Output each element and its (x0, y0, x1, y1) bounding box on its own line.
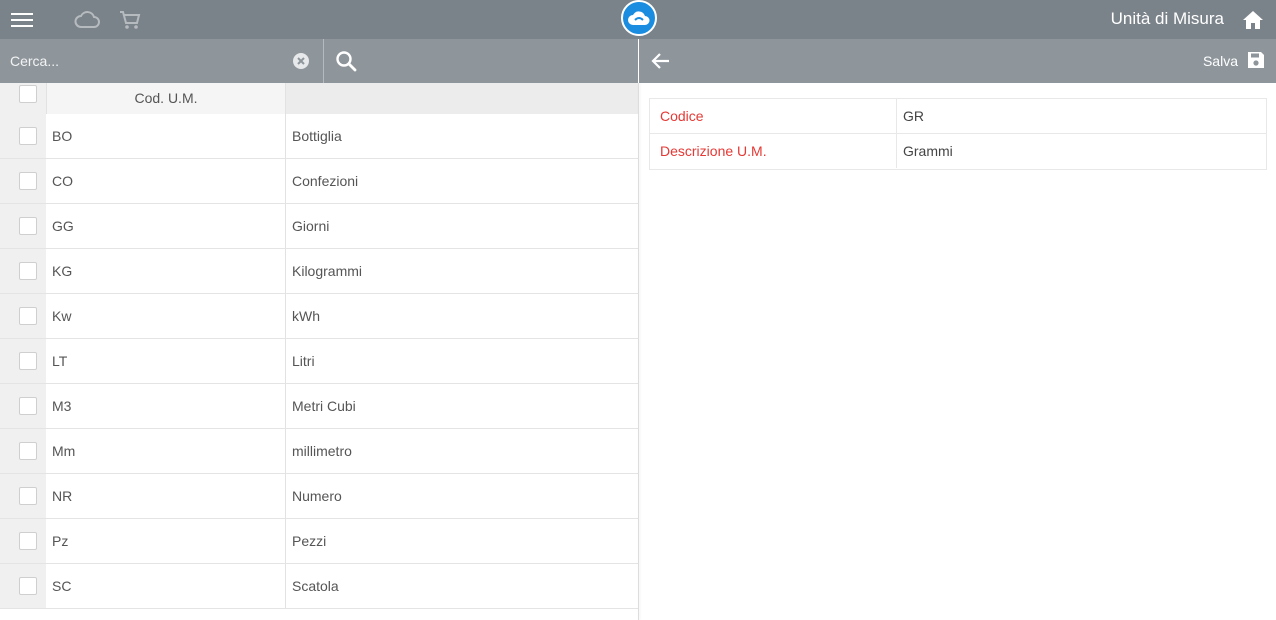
cell-code: NR (46, 474, 286, 518)
cell-code: BO (46, 114, 286, 158)
toolbar-divider (323, 39, 324, 83)
table-row[interactable]: KG Kilogrammi (0, 249, 638, 294)
row-checkbox[interactable] (19, 172, 37, 190)
row-check-cell (0, 429, 46, 473)
cell-description: Confezioni (292, 173, 359, 189)
table-row[interactable]: Pz Pezzi (0, 519, 638, 564)
table-row[interactable]: LT Litri (0, 339, 638, 384)
header-check-cell (0, 83, 46, 114)
clear-search-icon[interactable] (292, 52, 310, 70)
app-logo[interactable] (621, 0, 657, 36)
page-title: Unità di Misura (1110, 9, 1224, 28)
row-checkbox[interactable] (19, 487, 37, 505)
code-field[interactable]: GR (897, 99, 1267, 133)
cell-code: CO (46, 159, 286, 203)
search-toolbar (0, 39, 638, 83)
cell-code: GG (46, 204, 286, 248)
cell-description: millimetro (292, 443, 352, 459)
table-row[interactable]: CO Confezioni (0, 159, 638, 204)
table-row[interactable]: SC Scatola (0, 564, 638, 609)
cell-code: Kw (46, 294, 286, 338)
code-label: Codice (650, 99, 897, 133)
select-all-checkbox[interactable] (19, 85, 37, 103)
table-body: BO Bottiglia CO Confezioni GG Giorni KG Kilogra… (0, 114, 638, 609)
row-check-cell (0, 519, 46, 563)
cell-code: KG (46, 249, 286, 293)
cloud-icon[interactable] (73, 0, 101, 39)
pane-divider (638, 83, 639, 620)
form-row-code: Codice GR (650, 99, 1266, 134)
cell-code: Pz (46, 519, 286, 563)
table-row[interactable]: BO Bottiglia (0, 114, 638, 159)
row-checkbox[interactable] (19, 352, 37, 370)
row-checkbox[interactable] (19, 262, 37, 280)
description-label: Descrizione U.M. (650, 134, 897, 168)
units-table: Cod. U.M. BO Bottiglia CO Confezioni GG Giorn… (0, 83, 638, 609)
detail-form: Codice GR Descrizione U.M. Grammi (649, 98, 1267, 170)
cell-description: Kilogrammi (292, 263, 363, 279)
cell-description: Giorni (292, 218, 330, 234)
save-button[interactable]: Salva (1203, 39, 1266, 83)
search-input[interactable] (0, 39, 290, 83)
row-checkbox[interactable] (19, 127, 37, 145)
cart-icon[interactable] (118, 0, 142, 39)
cell-description: Litri (292, 353, 315, 369)
row-check-cell (0, 114, 46, 158)
top-bar: Unità di Misura (0, 0, 1276, 39)
table-row[interactable]: NR Numero (0, 474, 638, 519)
cell-code: LT (46, 339, 286, 383)
description-field[interactable]: Grammi (897, 134, 1267, 168)
cell-description: Pezzi (292, 533, 327, 549)
home-icon[interactable] (1240, 0, 1266, 39)
row-checkbox[interactable] (19, 442, 37, 460)
cell-description: Metri Cubi (292, 398, 356, 414)
search-icon[interactable] (335, 50, 357, 72)
row-check-cell (0, 564, 46, 608)
cell-code: SC (46, 564, 286, 608)
column-header-code[interactable]: Cod. U.M. (46, 83, 286, 114)
back-arrow-icon[interactable] (651, 51, 671, 71)
row-check-cell (0, 384, 46, 428)
cell-description: Numero (292, 488, 342, 504)
row-check-cell (0, 249, 46, 293)
save-label: Salva (1202, 53, 1238, 69)
table-row[interactable]: Mm millimetro (0, 429, 638, 474)
cell-description: Bottiglia (292, 128, 342, 144)
form-row-description: Descrizione U.M. Grammi (650, 134, 1266, 169)
row-check-cell (0, 204, 46, 248)
row-checkbox[interactable] (19, 217, 37, 235)
row-checkbox[interactable] (19, 307, 37, 325)
table-row[interactable]: Kw kWh (0, 294, 638, 339)
cell-code: M3 (46, 384, 286, 428)
row-check-cell (0, 294, 46, 338)
row-checkbox[interactable] (19, 577, 37, 595)
column-header-description[interactable] (286, 83, 638, 114)
table-row[interactable]: M3 Metri Cubi (0, 384, 638, 429)
cell-description: Scatola (292, 578, 339, 594)
table-row[interactable]: GG Giorni (0, 204, 638, 249)
row-check-cell (0, 474, 46, 518)
row-check-cell (0, 159, 46, 203)
menu-icon[interactable] (10, 0, 34, 39)
detail-toolbar: Salva (639, 39, 1276, 83)
row-check-cell (0, 339, 46, 383)
row-checkbox[interactable] (19, 532, 37, 550)
table-header: Cod. U.M. (0, 83, 638, 114)
row-checkbox[interactable] (19, 397, 37, 415)
save-icon (1246, 50, 1266, 73)
cell-description: kWh (292, 308, 320, 324)
cell-code: Mm (46, 429, 286, 473)
